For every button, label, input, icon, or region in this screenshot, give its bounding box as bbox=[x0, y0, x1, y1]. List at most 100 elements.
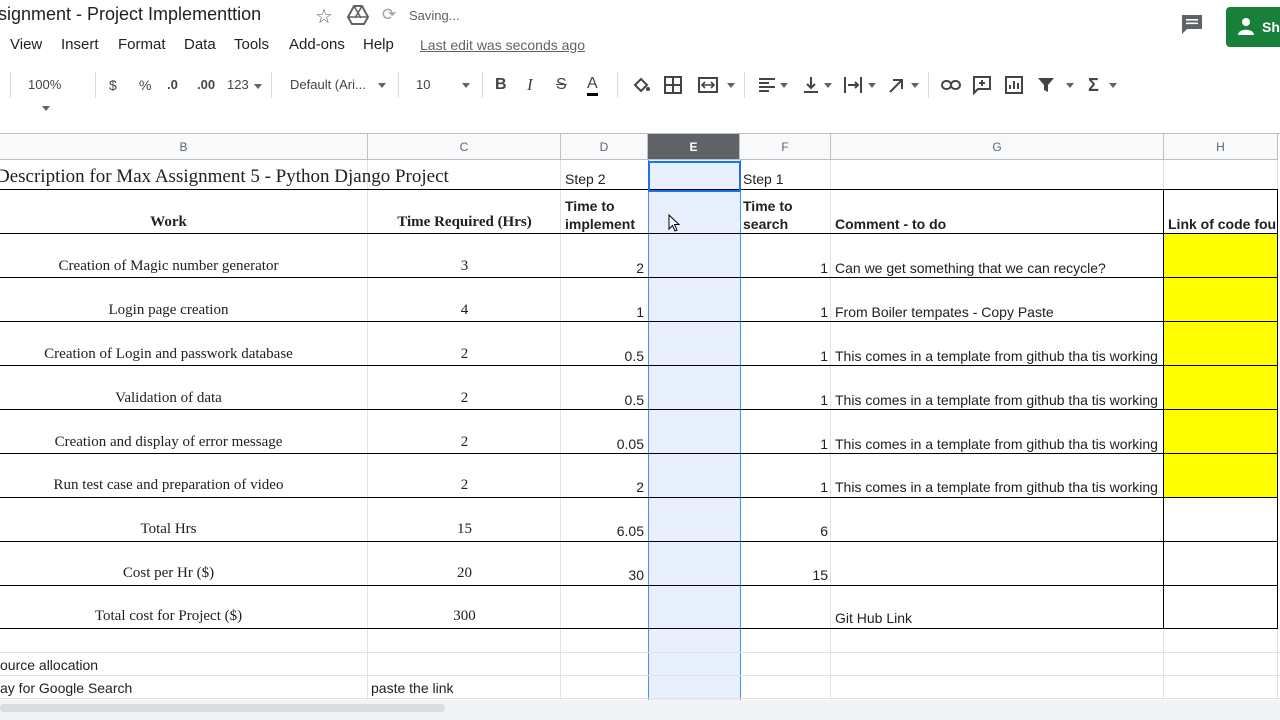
valign-icon[interactable] bbox=[800, 74, 822, 96]
header-time-implement-line1[interactable]: Time to bbox=[565, 197, 615, 215]
header-time-search-line1[interactable]: Time to bbox=[743, 197, 793, 215]
comment-cell[interactable]: This comes in a template from github tha… bbox=[835, 347, 1158, 365]
menu-tools[interactable]: Tools bbox=[234, 36, 269, 53]
font-select[interactable]: Default (Ari... bbox=[290, 74, 388, 96]
chevron-down-icon[interactable] bbox=[911, 83, 919, 88]
column-header-h[interactable]: H bbox=[1164, 134, 1278, 160]
step2-label[interactable]: Step 2 bbox=[565, 170, 605, 188]
star-icon[interactable]: ☆ bbox=[315, 4, 333, 29]
hrs-cell[interactable]: 4 bbox=[368, 301, 561, 319]
column-header-d[interactable]: D bbox=[561, 134, 648, 160]
header-comment[interactable]: Comment - to do bbox=[835, 215, 946, 233]
text-color-icon[interactable]: A bbox=[587, 74, 598, 96]
font-size-select[interactable]: 10 bbox=[416, 74, 472, 96]
header-link[interactable]: Link of code fou bbox=[1168, 215, 1278, 233]
total-impl-cell[interactable]: 30 bbox=[561, 566, 644, 584]
total-label-cell[interactable]: Cost per Hr ($) bbox=[0, 564, 337, 582]
comment-cell[interactable]: This comes in a template from github tha… bbox=[835, 478, 1158, 496]
chevron-down-icon[interactable] bbox=[780, 83, 788, 88]
impl-cell[interactable]: 2 bbox=[561, 478, 644, 496]
impl-cell[interactable]: 0.5 bbox=[561, 391, 644, 409]
strikethrough-icon[interactable]: S bbox=[556, 74, 567, 96]
search-cell[interactable]: 1 bbox=[740, 391, 828, 409]
menu-view[interactable]: View bbox=[10, 36, 42, 53]
sheet-title[interactable]: Description for Max Assignment 5 - Pytho… bbox=[0, 166, 449, 188]
comment-cell[interactable]: From Boiler tempates - Copy Paste bbox=[835, 303, 1054, 321]
git-hub-link-cell[interactable]: Git Hub Link bbox=[835, 609, 912, 627]
functions-icon[interactable]: Σ bbox=[1088, 74, 1099, 96]
work-cell[interactable]: Login page creation bbox=[0, 301, 337, 319]
total-search-cell[interactable]: 6 bbox=[740, 522, 828, 540]
work-cell[interactable]: Creation of Login and passwork database bbox=[0, 345, 337, 363]
total-hrs-cell[interactable]: 300 bbox=[368, 607, 561, 625]
search-cell[interactable]: 1 bbox=[740, 478, 828, 496]
fill-color-icon[interactable] bbox=[630, 74, 652, 96]
header-time-search-line2[interactable]: search bbox=[743, 215, 788, 233]
filter-icon[interactable] bbox=[1035, 74, 1057, 96]
column-header-c[interactable]: C bbox=[368, 134, 561, 160]
zoom-select[interactable]: 100% bbox=[28, 74, 86, 111]
chevron-down-icon[interactable] bbox=[824, 83, 832, 88]
menu-insert[interactable]: Insert bbox=[61, 36, 99, 53]
chevron-down-icon[interactable] bbox=[727, 83, 735, 88]
total-label-cell[interactable]: Total cost for Project ($) bbox=[0, 607, 337, 625]
chevron-down-icon[interactable] bbox=[868, 83, 876, 88]
total-impl-cell[interactable]: 6.05 bbox=[561, 522, 644, 540]
insert-chart-icon[interactable] bbox=[1003, 74, 1025, 96]
last-edit-link[interactable]: Last edit was seconds ago bbox=[420, 37, 585, 53]
align-icon[interactable] bbox=[756, 74, 778, 96]
google-search-cell[interactable]: ay for Google Search bbox=[0, 679, 132, 697]
bold-icon[interactable]: B bbox=[495, 74, 507, 96]
comment-cell[interactable]: This comes in a template from github tha… bbox=[835, 391, 1158, 409]
search-cell[interactable]: 1 bbox=[740, 259, 828, 277]
total-hrs-cell[interactable]: 15 bbox=[368, 520, 561, 538]
work-cell[interactable]: Run test case and preparation of video bbox=[0, 476, 337, 494]
italic-icon[interactable]: I bbox=[527, 74, 533, 96]
header-time-required[interactable]: Time Required (Hrs) bbox=[368, 213, 561, 231]
column-header-f[interactable]: F bbox=[740, 134, 831, 160]
impl-cell[interactable]: 0.05 bbox=[561, 435, 644, 453]
link-icon[interactable] bbox=[940, 74, 962, 96]
total-search-cell[interactable]: 15 bbox=[740, 566, 828, 584]
insert-comment-icon[interactable] bbox=[971, 74, 993, 96]
resource-allocation-cell[interactable]: ource allocation bbox=[0, 656, 98, 674]
search-cell[interactable]: 1 bbox=[740, 347, 828, 365]
impl-cell[interactable]: 2 bbox=[561, 259, 644, 277]
hrs-cell[interactable]: 2 bbox=[368, 389, 561, 407]
hrs-cell[interactable]: 3 bbox=[368, 257, 561, 275]
impl-cell[interactable]: 1 bbox=[561, 303, 644, 321]
work-cell[interactable]: Creation of Magic number generator bbox=[0, 257, 337, 275]
rotate-icon[interactable] bbox=[886, 74, 908, 96]
wrap-icon[interactable] bbox=[842, 74, 864, 96]
chevron-down-icon[interactable] bbox=[1066, 83, 1074, 88]
merge-icon[interactable] bbox=[697, 74, 719, 96]
work-cell[interactable]: Validation of data bbox=[0, 389, 337, 407]
increase-decimal-button[interactable]: .00 bbox=[197, 74, 215, 96]
decrease-decimal-button[interactable]: .0 bbox=[167, 74, 178, 96]
hrs-cell[interactable]: 2 bbox=[368, 345, 561, 363]
percent-format-button[interactable]: % bbox=[139, 74, 151, 96]
column-header-g[interactable]: G bbox=[831, 134, 1164, 160]
search-cell[interactable]: 1 bbox=[740, 435, 828, 453]
total-label-cell[interactable]: Total Hrs bbox=[0, 520, 337, 538]
impl-cell[interactable]: 0.5 bbox=[561, 347, 644, 365]
hrs-cell[interactable]: 2 bbox=[368, 433, 561, 451]
document-title[interactable]: signment - Project Implementtion bbox=[0, 4, 261, 25]
active-cell-e2[interactable] bbox=[648, 161, 741, 192]
column-header-e[interactable]: E bbox=[648, 134, 740, 160]
menu-help[interactable]: Help bbox=[363, 36, 394, 53]
more-formats-select[interactable]: 123 bbox=[227, 74, 263, 96]
hrs-cell[interactable]: 2 bbox=[368, 476, 561, 494]
work-cell[interactable]: Creation and display of error message bbox=[0, 433, 337, 451]
menu-data[interactable]: Data bbox=[184, 36, 216, 53]
currency-format-button[interactable]: $ bbox=[109, 74, 117, 96]
step1-label[interactable]: Step 1 bbox=[743, 170, 783, 188]
menu-format[interactable]: Format bbox=[118, 36, 166, 53]
header-time-implement-line2[interactable]: implement bbox=[565, 215, 635, 233]
borders-icon[interactable] bbox=[662, 74, 684, 96]
paste-link-cell[interactable]: paste the link bbox=[371, 679, 454, 697]
total-hrs-cell[interactable]: 20 bbox=[368, 564, 561, 582]
menu-addons[interactable]: Add-ons bbox=[289, 36, 345, 53]
share-button[interactable]: Sh bbox=[1226, 7, 1280, 47]
comments-icon[interactable] bbox=[1180, 13, 1204, 35]
